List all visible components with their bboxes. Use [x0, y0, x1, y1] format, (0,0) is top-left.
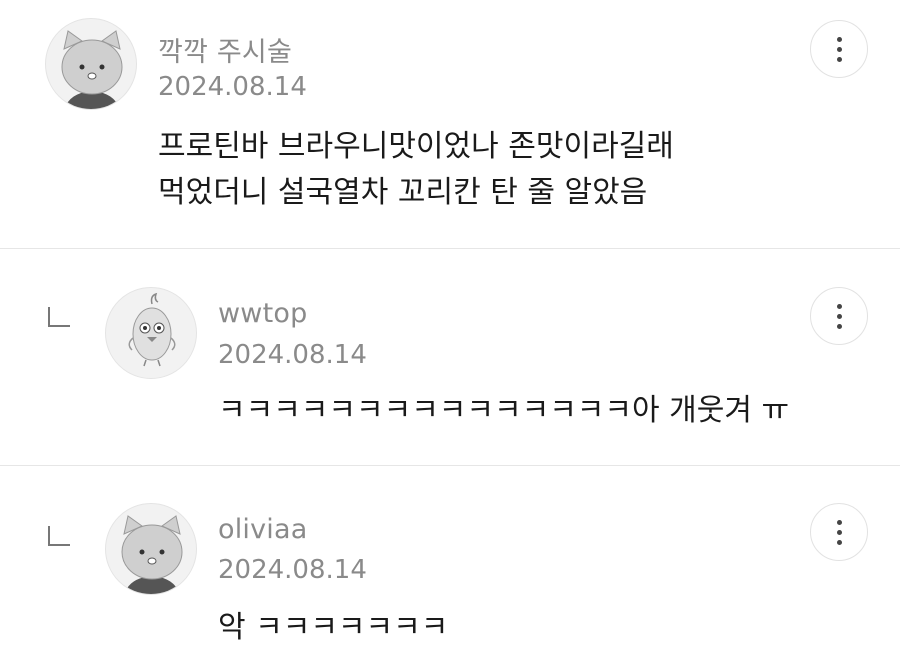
reply-arrow-icon: [48, 526, 70, 546]
comment-text-line: 악 ㅋㅋㅋㅋㅋㅋㅋ: [218, 610, 449, 645]
comment-date: 2024.08.14: [158, 72, 307, 102]
reply-item: wwtop 2024.08.14 ㅋㅋㅋㅋㅋㅋㅋㅋㅋㅋㅋㅋㅋㅋㅋ아 개웃겨 ㅠ: [0, 249, 900, 465]
comment-date: 2024.08.14: [218, 340, 367, 370]
author-name[interactable]: wwtop: [218, 298, 307, 329]
more-vertical-icon: [837, 520, 842, 525]
reply-item: oliviaa 2024.08.14 악 ㅋㅋㅋㅋㅋㅋㅋ: [0, 466, 900, 667]
more-vertical-icon: [837, 304, 842, 309]
avatar[interactable]: [45, 18, 137, 110]
author-name[interactable]: 깍깍 주시술: [158, 30, 292, 69]
comment-date: 2024.08.14: [218, 555, 367, 585]
comment-item: 깍깍 주시술 2024.08.14 프로틴바 브라우니맛이었나 존맛이라길래 먹…: [0, 0, 900, 248]
avatar[interactable]: [105, 287, 197, 379]
comment-text-line: 프로틴바 브라우니맛이었나 존맛이라길래: [158, 129, 674, 164]
more-vertical-icon: [837, 37, 842, 42]
reply-arrow-icon: [48, 307, 70, 327]
more-options-button[interactable]: [810, 20, 868, 78]
comment-text-line: ㅋㅋㅋㅋㅋㅋㅋㅋㅋㅋㅋㅋㅋㅋㅋ아 개웃겨 ㅠ: [218, 393, 790, 428]
cat-avatar-icon: [61, 30, 123, 109]
comment-text-line: 먹었더니 설국열차 꼬리칸 탄 줄 알았음: [158, 175, 648, 210]
chick-avatar-icon: [128, 292, 176, 367]
cat-avatar-icon: [121, 515, 183, 594]
more-options-button[interactable]: [810, 287, 868, 345]
author-name[interactable]: oliviaa: [218, 514, 308, 545]
avatar[interactable]: [105, 503, 197, 595]
more-options-button[interactable]: [810, 503, 868, 561]
